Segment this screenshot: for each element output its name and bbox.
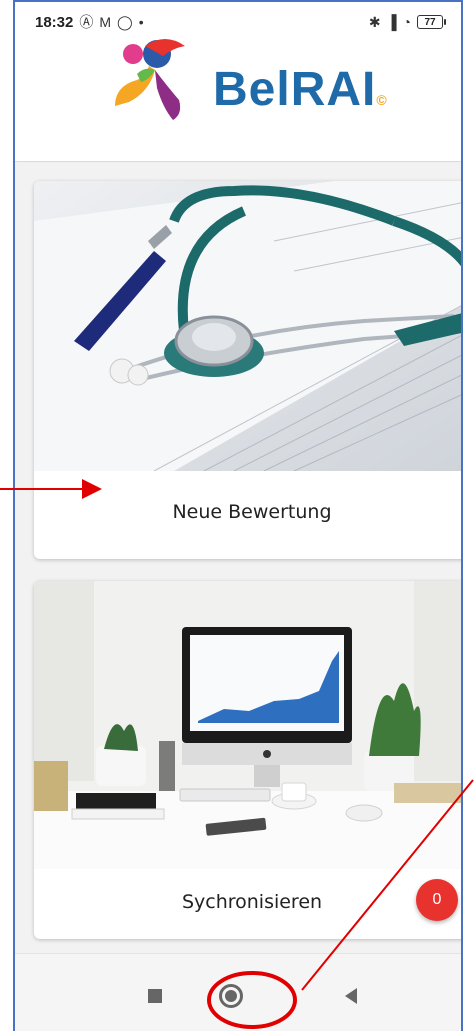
stethoscope-photo [34,181,461,471]
wifi-icon: ◔ [402,14,411,30]
dot-icon: • [138,14,144,30]
desk-illustration [34,581,461,869]
a-icon: Ⓐ [79,14,94,30]
home-button[interactable] [211,976,251,1016]
status-time: 18:32 [35,13,74,31]
android-nav-bar [15,953,461,1031]
card-synchronize[interactable]: Sychronisieren 0 [34,581,461,939]
app-header: BelRAI© [15,39,461,162]
back-icon [345,988,357,1004]
mail-icon: M [99,14,112,30]
home-icon [219,984,243,1008]
belrai-logo: BelRAI© [115,39,388,142]
main-content: Neue Bewertung Sychronisieren 0 [15,163,461,953]
card-label-new-assessment[interactable]: Neue Bewertung [34,471,461,523]
phone-frame: 18:32 Ⓐ M ◯ • ✱ ▐ ◔ 77 BelRAI© Neue Bewe… [13,0,463,1031]
logo-text: BelRAI© [213,62,388,117]
logo-mark-icon [115,39,185,120]
card-label-synchronize[interactable]: Sychronisieren [34,869,461,913]
battery-icon: 77 [417,15,446,29]
back-button[interactable] [331,976,371,1016]
logo-copyright: © [376,92,388,108]
bluetooth-icon: ✱ [368,13,381,30]
card-new-assessment[interactable]: Neue Bewertung [34,181,461,559]
recents-button[interactable] [135,976,175,1016]
status-left: 18:32 Ⓐ M ◯ • [35,12,144,32]
stethoscope-illustration [34,181,461,471]
battery-level: 77 [424,16,436,28]
signal-icon: ▐ [386,14,397,30]
status-bar: 18:32 Ⓐ M ◯ • ✱ ▐ ◔ 77 [15,2,461,42]
status-right: ✱ ▐ ◔ 77 [368,13,446,31]
logo-wordmark: BelRAI [213,63,377,116]
desk-computer-photo [34,581,461,869]
whatsapp-icon: ◯ [117,13,133,30]
recents-icon [148,989,162,1003]
sync-count-badge[interactable]: 0 [416,879,458,921]
